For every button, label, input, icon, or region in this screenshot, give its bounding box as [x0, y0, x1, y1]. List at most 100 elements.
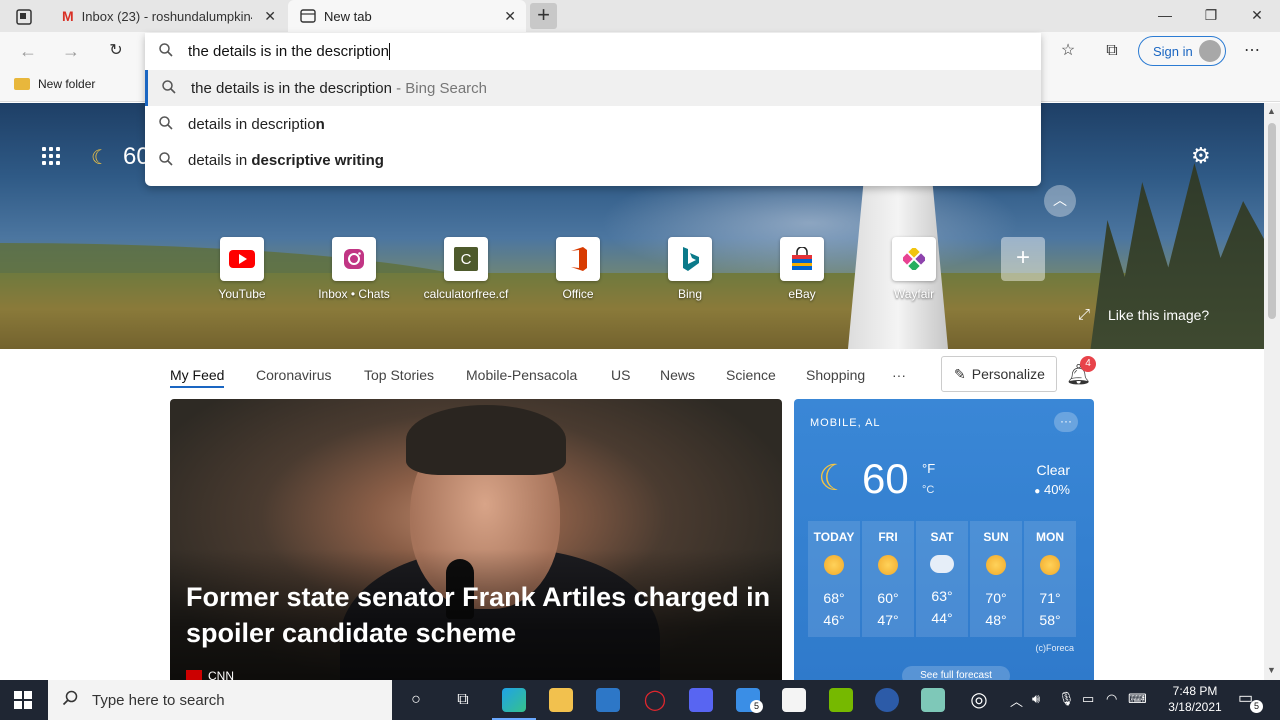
quick-link-bing[interactable]: Bing — [640, 237, 740, 301]
gear-icon[interactable]: ⚙ — [1191, 143, 1211, 169]
volume-icon[interactable]: 🔊︎ — [1032, 691, 1040, 707]
quick-link-ebay[interactable]: eBay — [752, 237, 852, 301]
tab-us[interactable]: US — [611, 367, 630, 383]
back-button[interactable]: ← — [14, 38, 42, 64]
scroll-down-arrow[interactable]: ▼ — [1267, 665, 1276, 675]
expand-icon: ⤢ — [1078, 306, 1091, 323]
cortana-icon[interactable]: ○ — [404, 688, 428, 712]
app-launcher-icon[interactable] — [42, 147, 60, 165]
tab-science[interactable]: Science — [726, 367, 776, 383]
more-tabs-button[interactable]: ··· — [892, 367, 906, 383]
document-icon[interactable] — [782, 688, 806, 712]
news-card[interactable]: Former state senator Frank Artiles charg… — [170, 399, 782, 680]
address-bar-dropdown: the details is in the description the de… — [145, 33, 1041, 186]
quick-link-instagram[interactable]: Inbox • Chats — [304, 237, 404, 301]
store-icon[interactable] — [596, 688, 620, 712]
suggestion-item[interactable]: details in description — [145, 106, 1041, 142]
refresh-button[interactable]: ↻ — [102, 38, 130, 64]
forward-button[interactable]: → — [57, 38, 85, 64]
close-tab-button[interactable]: ✕ — [504, 8, 516, 25]
tab-news[interactable]: News — [660, 367, 695, 383]
opera-icon[interactable]: ◯ — [643, 688, 667, 712]
suggestion-item[interactable]: details in descriptive writing — [145, 142, 1041, 178]
tab-my-feed[interactable]: My Feed — [170, 367, 225, 388]
news-source-name: CNN — [208, 669, 234, 680]
forecast-days: TODAY 68° 46° FRI 60° 47° SAT 63° 44° SU… — [808, 521, 1080, 637]
day-name: SAT — [930, 530, 954, 544]
sign-in-button[interactable]: Sign in — [1138, 36, 1226, 66]
tab-actions-icon[interactable] — [8, 6, 40, 28]
quick-link-wayfair[interactable]: Wayfair — [864, 237, 964, 301]
notepad-icon[interactable] — [921, 688, 945, 712]
suggestion-text: details in descriptio — [188, 115, 316, 133]
quick-link-office[interactable]: Office — [528, 237, 628, 301]
like-image-link[interactable]: ⤢ Like this image? — [1078, 306, 1209, 323]
discord-icon[interactable] — [689, 688, 713, 712]
forecast-day[interactable]: SAT 63° 44° — [916, 521, 968, 637]
low-temp: 58° — [1039, 612, 1061, 628]
weather-location: MOBILE, AL — [810, 417, 881, 429]
raindrop-icon: ● — [1034, 486, 1041, 497]
scroll-up-arrow[interactable]: ▲ — [1267, 106, 1276, 116]
youtube-icon — [220, 237, 264, 281]
scroll-thumb[interactable] — [1268, 123, 1276, 319]
close-window-button[interactable]: ✕ — [1234, 0, 1280, 32]
tab-shopping[interactable]: Shopping — [806, 367, 865, 383]
mail-icon[interactable]: 5 — [736, 688, 763, 713]
taskbar-search[interactable]: Type here to search — [48, 680, 392, 720]
forecast-day[interactable]: MON 71° 58° — [1024, 521, 1076, 637]
collapse-button[interactable]: ︿ — [1044, 185, 1076, 217]
taskbar: Type here to search ○ ⧉ ◯ 5 ◎ ︿ 🔊︎ 🎙︎ ▭ … — [0, 680, 1280, 720]
nvidia-icon[interactable] — [829, 688, 853, 712]
steam-icon[interactable] — [875, 688, 899, 712]
microphone-icon[interactable]: 🎙︎ — [1058, 691, 1075, 707]
cnn-logo-icon — [186, 670, 202, 680]
file-explorer-icon[interactable] — [549, 688, 573, 712]
collections-icon[interactable]: ⧉ — [1098, 38, 1126, 64]
address-bar-input[interactable]: the details is in the description — [145, 33, 1041, 70]
tab-top-stories[interactable]: Top Stories — [364, 367, 434, 383]
day-name: MON — [1036, 530, 1064, 544]
low-temp: 46° — [823, 612, 845, 628]
restore-button[interactable]: ❐ — [1188, 0, 1234, 32]
windows-start-icon[interactable] — [14, 691, 32, 709]
wifi-icon[interactable]: ◠ — [1106, 691, 1117, 707]
personalize-button[interactable]: ✎ Personalize — [941, 356, 1057, 392]
suggestion-item[interactable]: the details is in the description - Bing… — [145, 70, 1041, 106]
menu-icon[interactable]: ⋯ — [1238, 38, 1266, 64]
task-view-icon[interactable]: ⧉ — [451, 688, 475, 712]
tab-title: Inbox (23) - roshundalumpkin43@ — [81, 8, 252, 24]
weather-card[interactable]: MOBILE, AL ··· ☾ 60 °F °C Clear ● 40% TO… — [794, 399, 1094, 686]
unit-celsius[interactable]: °C — [922, 484, 934, 496]
battery-icon[interactable]: ▭ — [1082, 691, 1094, 707]
page-scrollbar[interactable]: ▲ ▼ — [1264, 103, 1280, 680]
tab-mobile-pensacola[interactable]: Mobile-Pensacola — [466, 367, 577, 383]
tab-coronavirus[interactable]: Coronavirus — [256, 367, 331, 383]
weather-more-button[interactable]: ··· — [1054, 412, 1078, 432]
unit-fahrenheit[interactable]: °F — [922, 461, 935, 476]
favorites-icon[interactable]: ☆ — [1054, 38, 1082, 64]
avatar — [1199, 40, 1221, 62]
forecast-day[interactable]: SUN 70° 48° — [970, 521, 1022, 637]
tab-new-tab[interactable]: New tab ✕ — [288, 0, 526, 32]
edge-icon[interactable] — [492, 688, 536, 720]
system-clock[interactable]: 7:48 PM 3/18/2021 — [1160, 683, 1230, 715]
new-tab-button[interactable]: + — [530, 3, 557, 29]
high-temp: 70° — [985, 590, 1007, 606]
notification-icon[interactable]: ▭ 5 — [1238, 688, 1263, 713]
forecast-day[interactable]: TODAY 68° 46° — [808, 521, 860, 637]
favorite-folder[interactable]: New folder — [14, 77, 95, 91]
close-tab-button[interactable]: ✕ — [264, 8, 276, 25]
news-headline[interactable]: Former state senator Frank Artiles charg… — [186, 579, 776, 651]
suggestion-source: - Bing Search — [391, 79, 487, 97]
forecast-day[interactable]: FRI 60° 47° — [862, 521, 914, 637]
obs-icon[interactable]: ◎ — [967, 688, 991, 712]
tab-inbox[interactable]: M Inbox (23) - roshundalumpkin43@ ✕ — [50, 0, 286, 32]
add-quick-link-button[interactable]: + — [1001, 237, 1045, 281]
quick-link-calculatorfree[interactable]: C calculatorfree.cf — [416, 237, 516, 301]
chevron-up-icon[interactable]: ︿ — [1010, 691, 1023, 710]
day-name: SUN — [983, 530, 1009, 544]
keyboard-icon[interactable]: ⌨ — [1128, 691, 1147, 707]
quick-link-youtube[interactable]: YouTube — [192, 237, 292, 301]
minimize-button[interactable]: — — [1142, 0, 1188, 32]
